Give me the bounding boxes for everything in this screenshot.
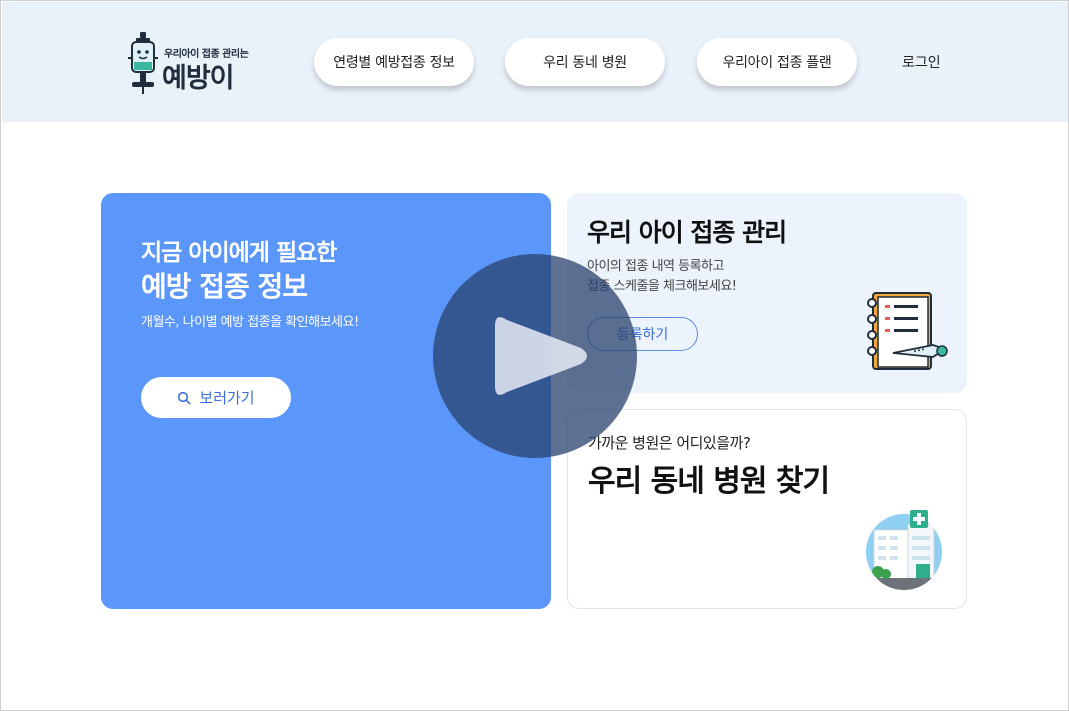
page-frame: 우리아이 접종 관리는 예방이 연령별 예방접종 정보 우리 동네 병원 우리아… — [0, 0, 1069, 711]
site-header: 우리아이 접종 관리는 예방이 연령별 예방접종 정보 우리 동네 병원 우리아… — [2, 2, 1068, 122]
syringe-mascot-icon — [128, 32, 158, 94]
hospital-card-title: 우리 동네 병원 찾기 — [588, 464, 830, 499]
site-logo[interactable]: 우리아이 접종 관리는 예방이 — [126, 32, 266, 94]
search-icon — [178, 391, 191, 404]
login-link[interactable]: 로그인 — [902, 52, 941, 72]
nav-age-vaccine-info[interactable]: 연령별 예방접종 정보 — [314, 38, 474, 86]
nav-local-hospital[interactable]: 우리 동네 병원 — [505, 38, 665, 86]
nav-vaccine-plan[interactable]: 우리아이 접종 플랜 — [697, 38, 857, 86]
info-card-title-line1: 지금 아이에게 필요한 — [141, 240, 337, 266]
play-video-button[interactable] — [433, 254, 637, 458]
play-icon — [495, 317, 587, 395]
view-info-button-label: 보러가기 — [199, 389, 255, 407]
view-info-button[interactable]: 보러가기 — [141, 377, 291, 418]
management-card-title: 우리 아이 접종 관리 — [587, 218, 787, 247]
logo-wordmark: 예방이 — [162, 63, 235, 94]
notebook-icon — [867, 292, 948, 370]
info-card-description: 개월수, 나이별 예방 접종을 확인해보세요! — [141, 315, 359, 330]
info-card-title-line2: 예방 접종 정보 — [141, 270, 308, 303]
hospital-icon — [866, 510, 942, 590]
